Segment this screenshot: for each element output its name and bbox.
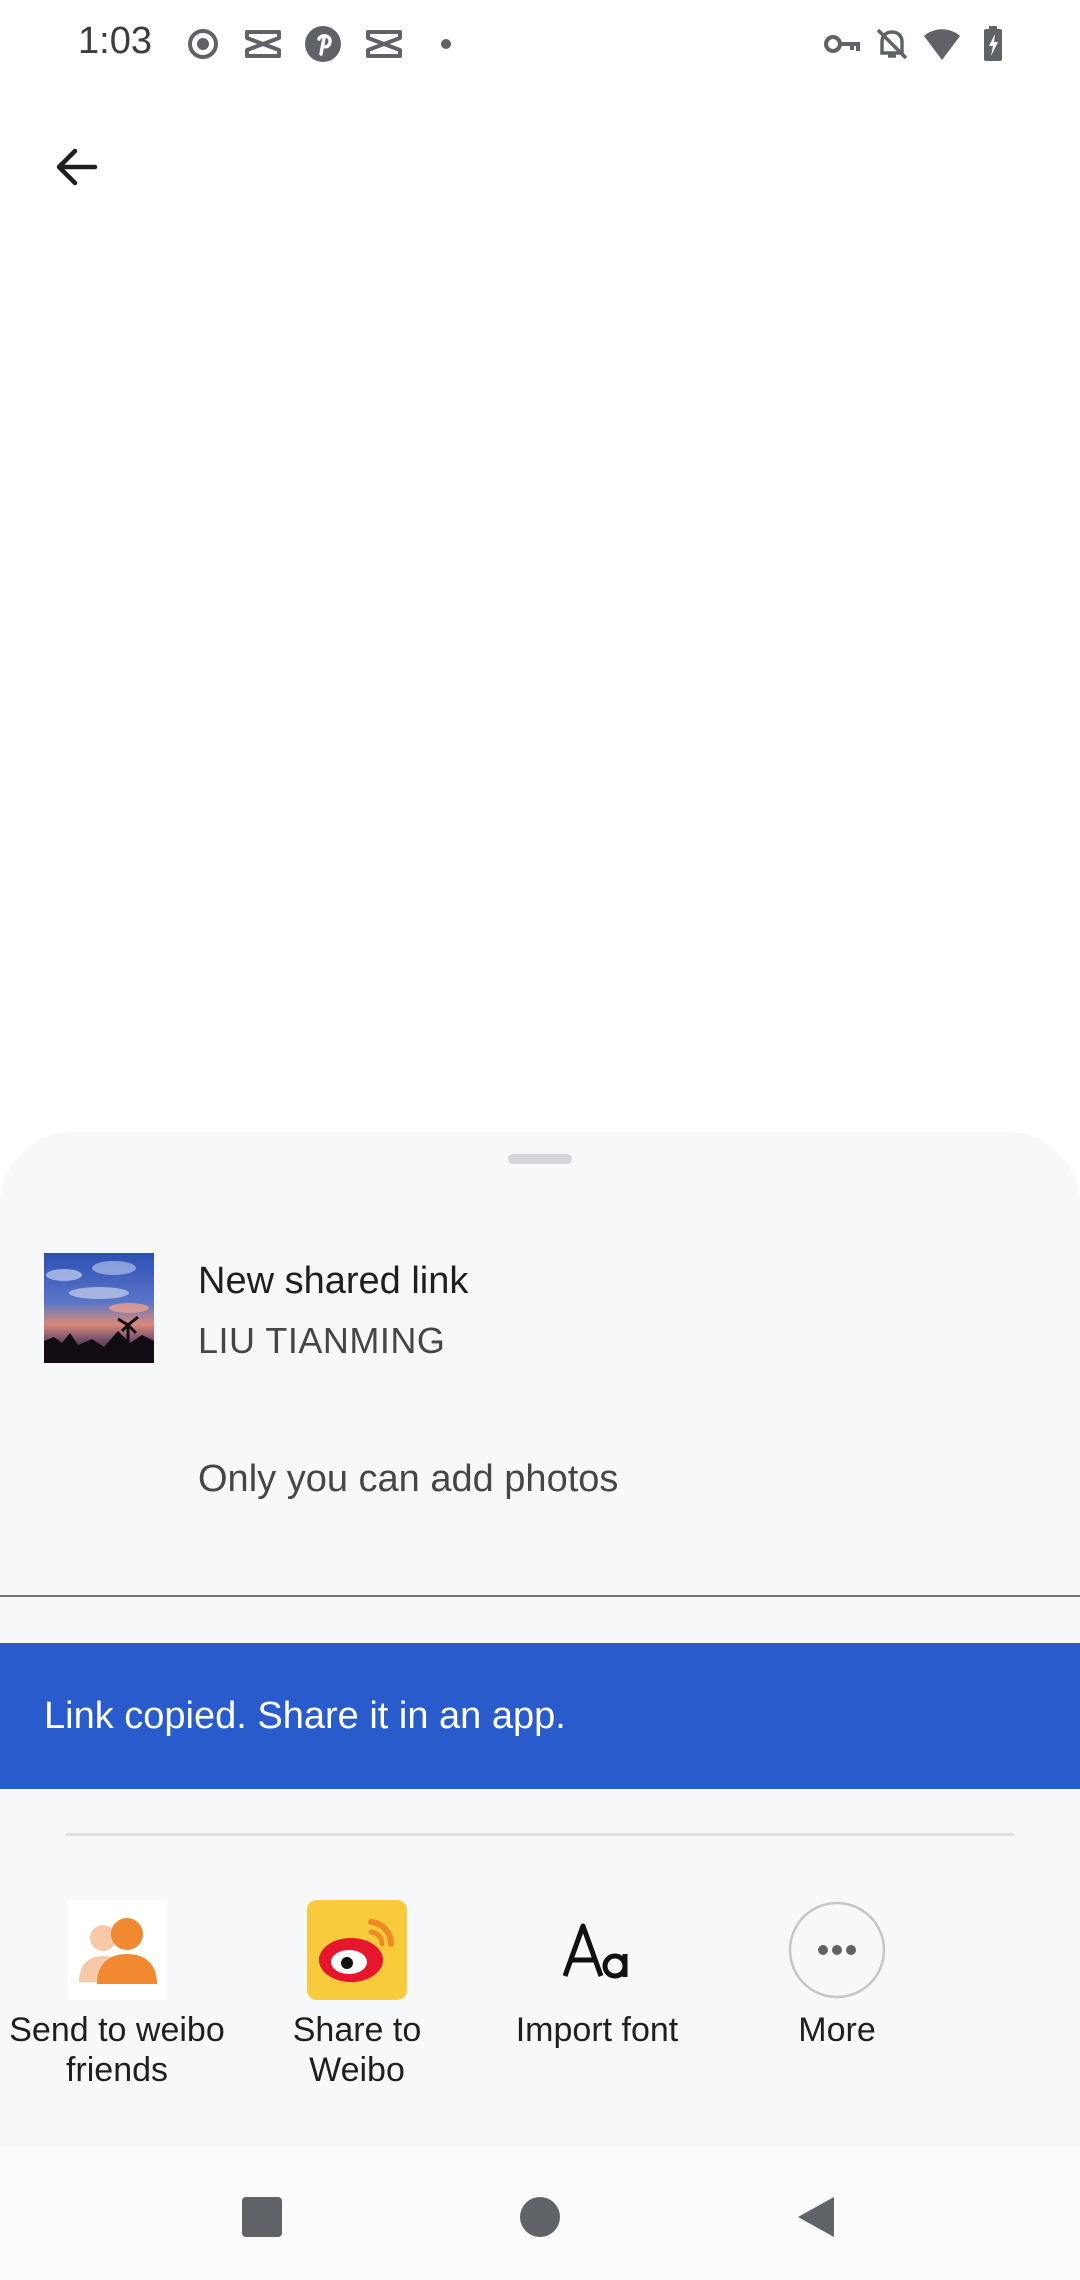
circle-icon	[520, 2197, 560, 2237]
navigation-bar	[0, 2147, 1080, 2280]
app-label: More	[798, 2011, 876, 2049]
font-aa-icon	[547, 1900, 647, 2000]
bell-off-icon	[872, 24, 912, 64]
vpn-key-icon	[822, 24, 862, 64]
snackbar-text: Link copied. Share it in an app.	[44, 1694, 566, 1737]
arrow-left-icon	[56, 148, 98, 186]
triangle-back-icon	[798, 2197, 834, 2237]
link-permission-note: Only you can add photos	[198, 1458, 619, 1500]
dot-icon	[426, 24, 466, 64]
link-owner: LIU TIANMING	[198, 1320, 446, 1361]
home-button[interactable]	[510, 2187, 570, 2247]
app-target-import-font[interactable]: Import font	[482, 1900, 712, 2050]
share-sheet: New shared link LIU TIANMING Only you ca…	[0, 1132, 1080, 2147]
recents-button[interactable]	[232, 2187, 292, 2247]
divider	[66, 1833, 1014, 1836]
square-icon	[242, 2197, 282, 2237]
divider	[0, 1595, 1080, 1597]
snackbar: Link copied. Share it in an app.	[0, 1643, 1080, 1789]
nav-back-button[interactable]	[786, 2187, 846, 2247]
battery-charging-icon	[973, 24, 1013, 64]
link-title: New shared link	[198, 1260, 469, 1302]
capcut-icon	[243, 24, 283, 64]
drag-handle[interactable]	[508, 1154, 572, 1164]
status-time: 1:03	[78, 20, 152, 62]
app-target-weibo[interactable]: Share to Weibo	[242, 1900, 472, 2090]
app-target-weibo-friends[interactable]: Send to weibo friends	[2, 1900, 232, 2090]
back-button[interactable]	[40, 130, 114, 204]
more-horiz-icon	[787, 1900, 887, 2000]
capcut-icon	[364, 24, 404, 64]
weibo-icon	[307, 1900, 407, 2000]
app-target-more[interactable]: More	[722, 1900, 952, 2050]
album-thumbnail	[44, 1253, 154, 1363]
weibo-friends-icon	[67, 1900, 167, 2000]
app-label: Send to weibo friends	[9, 2011, 225, 2089]
record-icon	[183, 24, 223, 64]
status-bar: 1:03	[0, 0, 1080, 90]
pinterest-icon	[303, 24, 343, 64]
app-label: Share to Weibo	[292, 2011, 422, 2089]
wifi-icon	[922, 24, 962, 64]
app-label: Import font	[515, 2011, 679, 2049]
